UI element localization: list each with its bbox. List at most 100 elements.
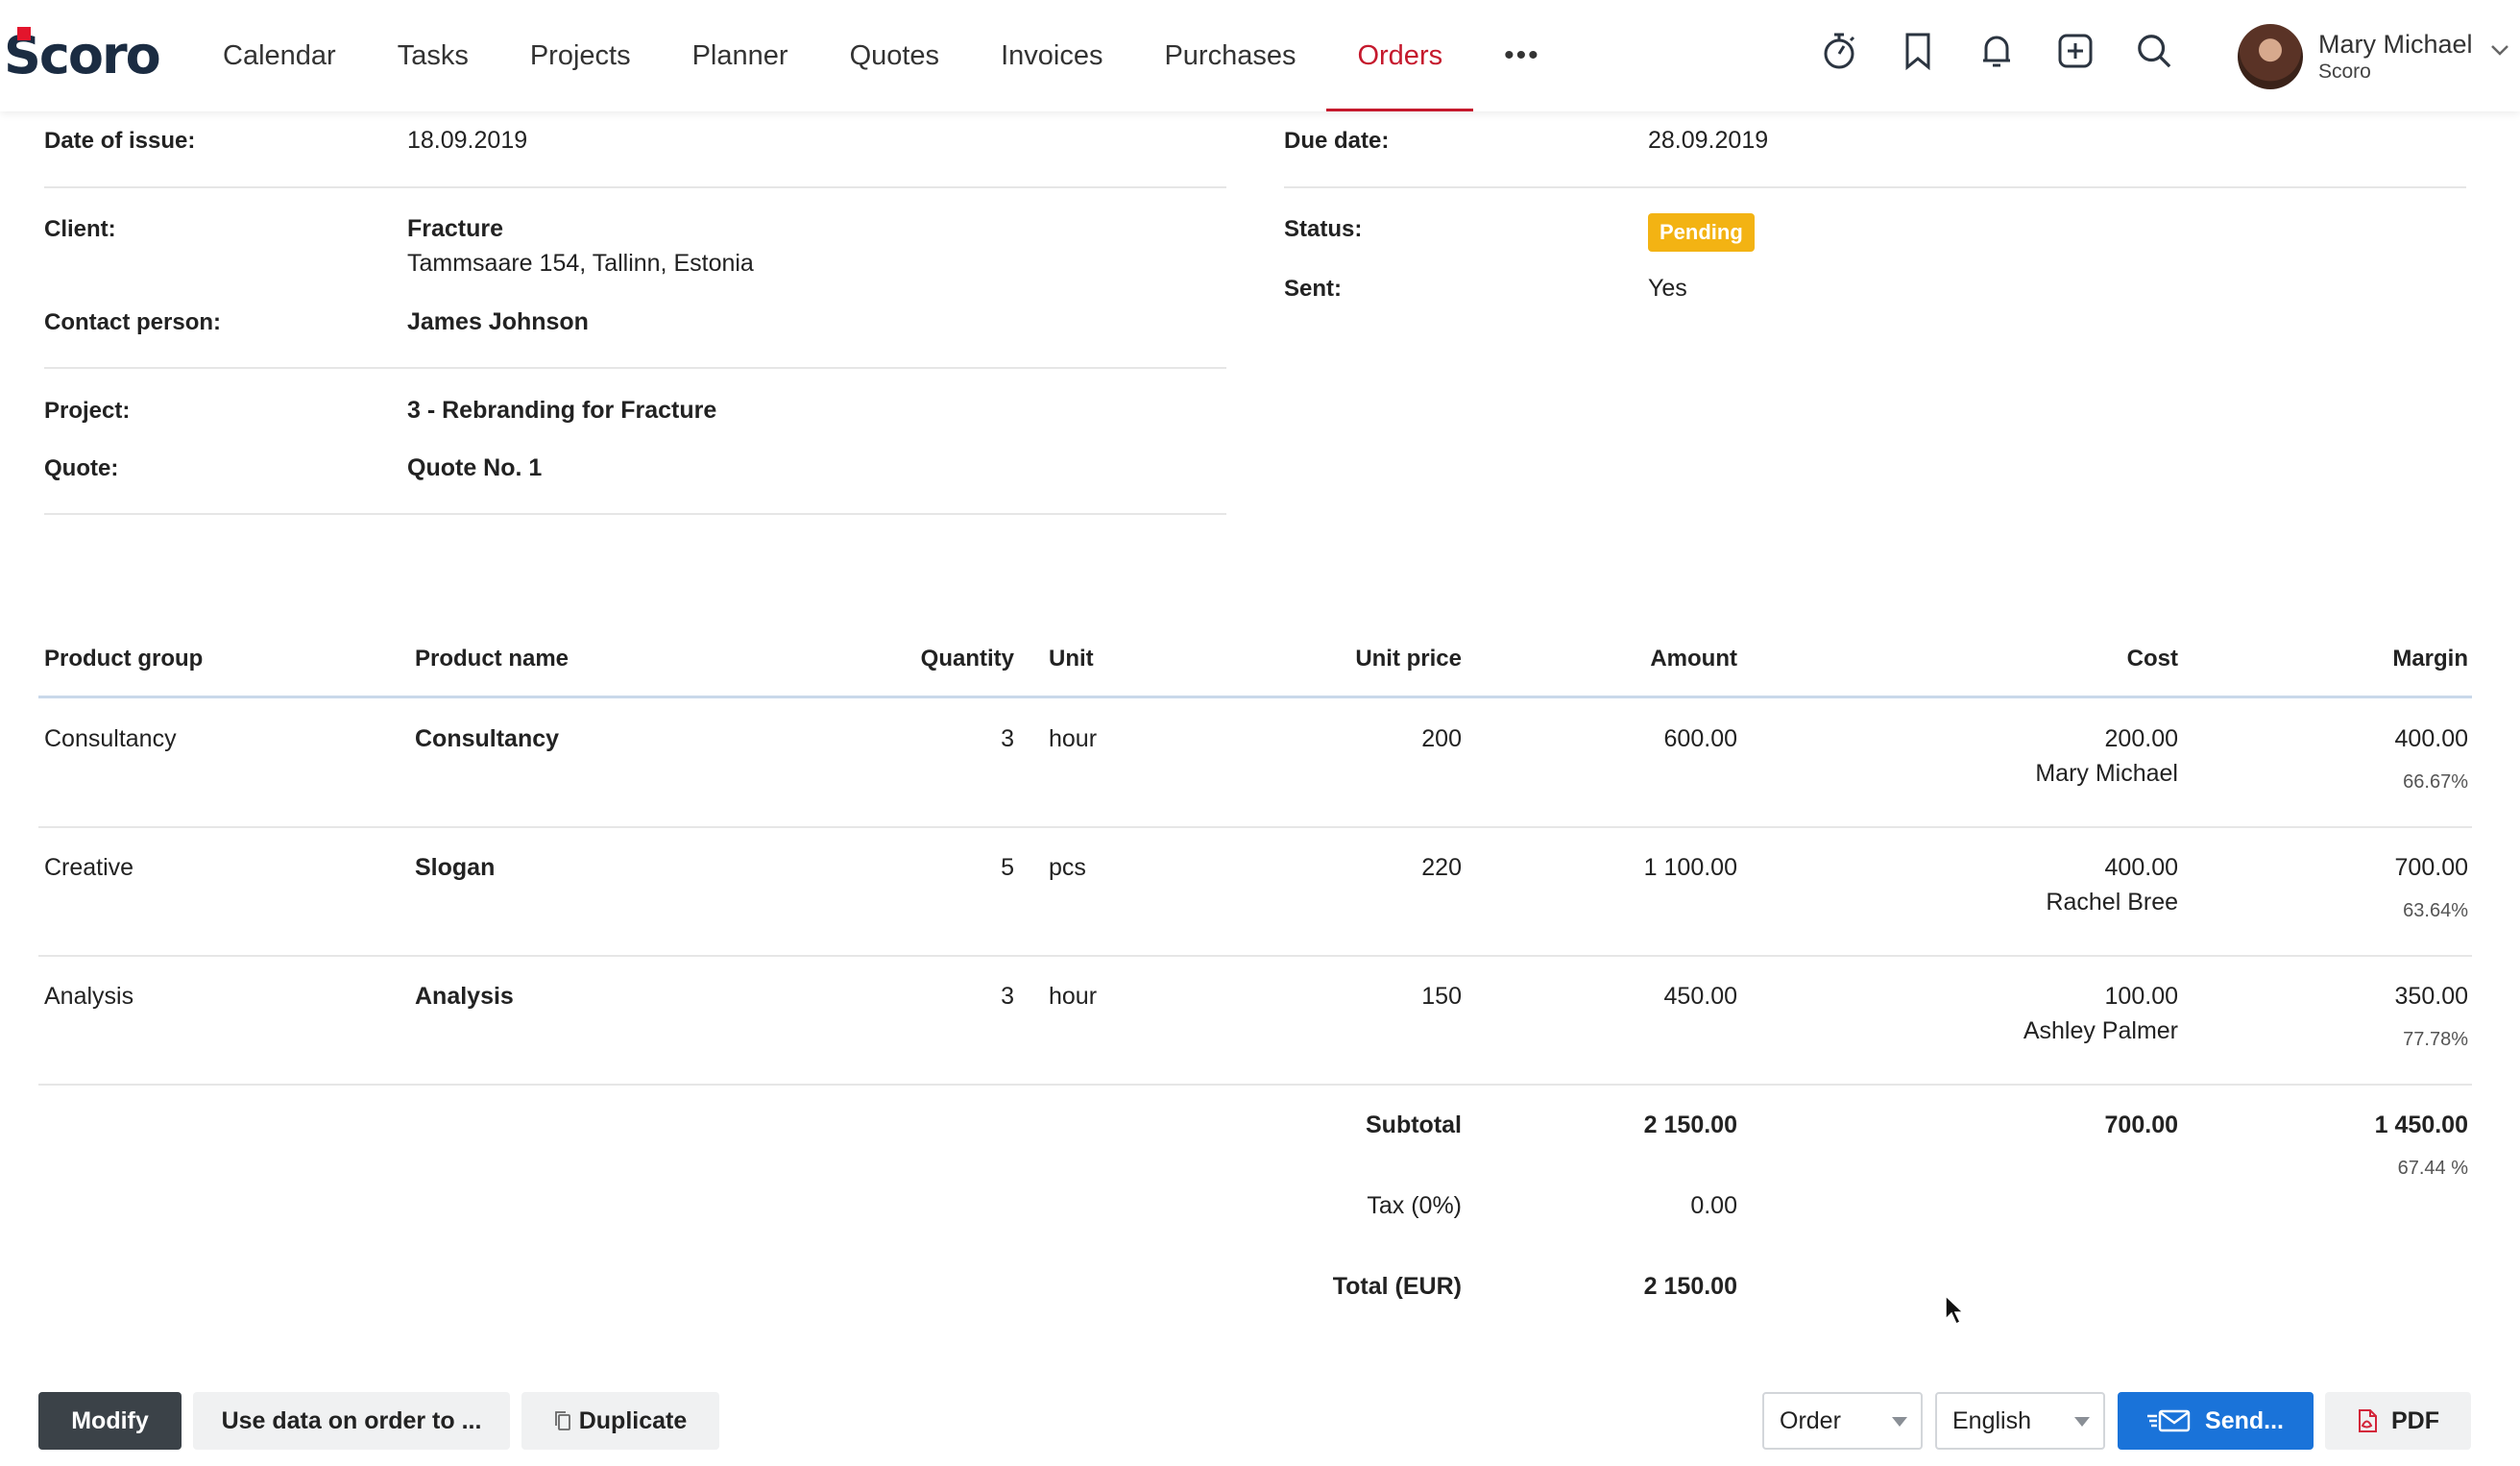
cell-unit-price: 220 xyxy=(1421,854,1462,881)
subtotal-amount: 2 150.00 xyxy=(1643,1112,1737,1138)
nav-invoices[interactable]: Invoices xyxy=(970,0,1133,111)
tax-label: Tax (0%) xyxy=(1367,1192,1462,1219)
column-header-unit: Unit xyxy=(1049,646,1094,672)
document-type-value: Order xyxy=(1780,1406,1841,1434)
column-header-product-name: Product name xyxy=(415,646,569,672)
cell-product-group: Creative xyxy=(44,854,134,881)
top-navigation-bar: Scoro Calendar Tasks Projects Planner Qu… xyxy=(0,0,2520,111)
column-header-cost: Cost xyxy=(2126,646,2178,672)
status-label: Status: xyxy=(1284,216,1363,242)
cell-unit: pcs xyxy=(1049,854,1086,881)
due-date-label: Due date: xyxy=(1284,128,1390,154)
nav-projects[interactable]: Projects xyxy=(499,0,662,111)
column-header-amount: Amount xyxy=(1650,646,1737,672)
date-of-issue-label: Date of issue: xyxy=(44,128,196,154)
stopwatch-icon[interactable] xyxy=(1821,29,1857,73)
language-value: English xyxy=(1952,1406,2031,1434)
pdf-button[interactable]: PDF xyxy=(2325,1392,2471,1450)
project-label: Project: xyxy=(44,398,131,424)
cell-cost-person: Rachel Bree xyxy=(2046,889,2178,916)
sent-label: Sent: xyxy=(1284,276,1342,302)
user-info: Mary Michael Scoro xyxy=(2318,29,2473,85)
use-data-on-order-button[interactable]: Use data on order to ... xyxy=(193,1392,510,1450)
modify-button[interactable]: Modify xyxy=(38,1392,182,1450)
sent-value: Yes xyxy=(1648,275,1687,302)
divider xyxy=(44,367,1226,369)
quote-value[interactable]: Quote No. 1 xyxy=(407,454,542,482)
client-label: Client: xyxy=(44,216,116,242)
contact-person-label: Contact person: xyxy=(44,309,222,335)
cell-amount: 1 100.00 xyxy=(1643,854,1737,881)
cell-margin: 350.00 xyxy=(2394,983,2468,1010)
cell-cost-person: Mary Michael xyxy=(2035,760,2178,787)
client-name[interactable]: Fracture xyxy=(407,215,503,243)
column-header-unit-price: Unit price xyxy=(1355,646,1462,672)
send-button[interactable]: Send... xyxy=(2118,1392,2314,1450)
pdf-label: PDF xyxy=(2391,1406,2439,1434)
search-icon[interactable] xyxy=(2136,29,2172,73)
copy-icon xyxy=(554,1410,571,1431)
project-value[interactable]: 3 - Rebranding for Fracture xyxy=(407,397,716,425)
mouse-cursor-icon xyxy=(1944,1294,1965,1332)
subtotal-label: Subtotal xyxy=(1366,1112,1462,1138)
cell-cost: 400.00 xyxy=(2104,854,2178,881)
avatar xyxy=(2238,24,2303,89)
due-date-value: 28.09.2019 xyxy=(1648,127,1769,154)
chevron-down-icon xyxy=(2490,43,2509,61)
pdf-icon xyxy=(2357,1408,2378,1433)
cell-margin-percent: 77.78% xyxy=(2403,1029,2468,1050)
row-divider xyxy=(38,826,2472,828)
nav-planner[interactable]: Planner xyxy=(662,0,819,111)
divider xyxy=(44,186,1226,188)
date-of-issue-value: 18.09.2019 xyxy=(407,127,528,154)
user-menu[interactable]: Mary Michael Scoro xyxy=(2238,19,2509,94)
cell-margin: 400.00 xyxy=(2394,725,2468,752)
column-header-product-group: Product group xyxy=(44,646,204,672)
logo-accent-mark xyxy=(17,27,31,40)
send-mail-icon xyxy=(2147,1408,2192,1433)
cell-unit-price: 200 xyxy=(1421,725,1462,752)
cell-margin: 700.00 xyxy=(2394,854,2468,881)
bookmark-icon[interactable] xyxy=(1900,29,1936,73)
client-address: Tammsaare 154, Tallinn, Estonia xyxy=(407,250,754,277)
cell-cost: 100.00 xyxy=(2104,983,2178,1010)
column-header-quantity: Quantity xyxy=(920,646,1014,672)
nav-more-button[interactable]: ••• xyxy=(1473,0,1571,111)
cell-margin-percent: 66.67% xyxy=(2403,771,2468,793)
caret-down-icon xyxy=(1892,1417,1907,1427)
cell-product-name: Slogan xyxy=(415,854,496,881)
user-name: Mary Michael xyxy=(2318,30,2473,59)
subtotal-margin: 1 450.00 xyxy=(2374,1112,2468,1138)
cell-amount: 600.00 xyxy=(1663,725,1737,752)
column-header-margin: Margin xyxy=(2392,646,2468,672)
contact-person-value[interactable]: James Johnson xyxy=(407,308,589,336)
divider xyxy=(1284,186,2466,188)
caret-down-icon xyxy=(2074,1417,2090,1427)
nav-quotes[interactable]: Quotes xyxy=(819,0,971,111)
nav-purchases[interactable]: Purchases xyxy=(1133,0,1326,111)
status-badge: Pending xyxy=(1648,213,1755,252)
user-company: Scoro xyxy=(2318,61,2371,83)
cell-amount: 450.00 xyxy=(1663,983,1737,1010)
subtotal-margin-percent: 67.44 % xyxy=(2397,1158,2468,1179)
nav-orders[interactable]: Orders xyxy=(1326,0,1473,111)
add-icon[interactable] xyxy=(2057,29,2094,73)
row-divider xyxy=(38,1084,2472,1086)
main-nav: Calendar Tasks Projects Planner Quotes I… xyxy=(192,0,1571,111)
total-amount: 2 150.00 xyxy=(1643,1273,1737,1300)
nav-tasks[interactable]: Tasks xyxy=(367,0,499,111)
cell-product-name: Analysis xyxy=(415,983,514,1010)
scoro-logo[interactable]: Scoro xyxy=(4,21,161,88)
document-type-select[interactable]: Order xyxy=(1762,1392,1923,1450)
bell-icon[interactable] xyxy=(1978,29,2015,73)
nav-calendar[interactable]: Calendar xyxy=(192,0,367,111)
language-select[interactable]: English xyxy=(1935,1392,2105,1450)
duplicate-button[interactable]: Duplicate xyxy=(521,1392,719,1450)
cell-unit-price: 150 xyxy=(1421,983,1462,1010)
cell-unit: hour xyxy=(1049,983,1098,1010)
cell-product-group: Consultancy xyxy=(44,725,177,752)
quote-label: Quote: xyxy=(44,455,119,481)
cell-product-name: Consultancy xyxy=(415,725,560,752)
cell-cost: 200.00 xyxy=(2104,725,2178,752)
cell-quantity: 5 xyxy=(1001,854,1014,881)
